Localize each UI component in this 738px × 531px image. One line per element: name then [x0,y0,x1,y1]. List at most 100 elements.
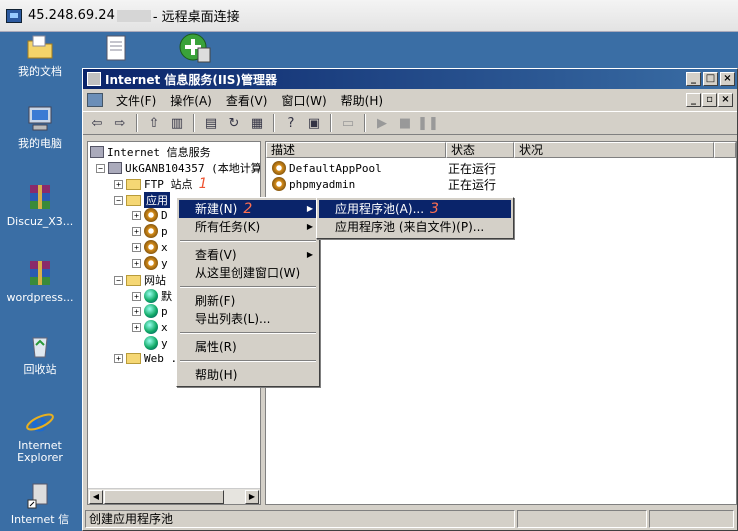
tree-site-item[interactable]: y [144,336,168,350]
desktop-icon-label: wordpress... [6,291,74,304]
desktop-icon-recycle-bin[interactable]: 回收站 [0,330,80,376]
tree-hscrollbar[interactable]: ◀ ▶ [88,488,260,504]
menu-item-help[interactable]: 帮助(H) [179,366,317,384]
row-status: 正在运行 [448,161,497,176]
tree-pool-item[interactable]: + x [132,240,168,254]
desktop-icon-my-computer[interactable]: 我的电脑 [0,104,80,150]
menu-window[interactable]: 窗口(W) [274,92,333,109]
scroll-thumb[interactable] [104,490,224,504]
column-condition[interactable]: 状况 [514,142,714,158]
website-icon [144,289,158,303]
stop-icon[interactable]: ■ [395,114,415,132]
tree-site-item[interactable]: + 默 [132,288,172,304]
expand-icon[interactable]: + [132,322,141,332]
show-tree-icon[interactable]: ▥ [167,114,187,132]
annotation-3: 3 [430,201,439,217]
back-icon[interactable]: ⇦ [87,114,107,132]
desktop-icon-discuz[interactable]: Discuz_X3... [0,182,80,228]
row-name: DefaultAppPool [289,161,382,175]
collapse-icon[interactable]: − [114,195,123,205]
tree-pool-item[interactable]: + D [132,208,168,222]
menu-help[interactable]: 帮助(H) [334,92,390,109]
tree-websites[interactable]: − 网站 [114,272,166,288]
menu-item-app-pool[interactable]: 应用程序池(A)... 3 [319,200,511,218]
new-submenu: 应用程序池(A)... 3 应用程序池 (来自文件)(P)... [316,197,514,239]
iis-icon [90,146,104,158]
forward-icon[interactable]: ⇨ [110,114,130,132]
help-icon[interactable]: ? [281,114,301,132]
expand-icon[interactable]: + [132,226,141,236]
refresh-icon[interactable]: ↻ [224,114,244,132]
expand-icon[interactable]: + [114,354,123,363]
mdi-minimize-button[interactable]: _ [686,93,701,107]
folder-icon [126,353,141,364]
mdi-close-button[interactable]: × [718,93,733,107]
menu-item-properties[interactable]: 属性(R) [179,338,317,356]
pause-icon[interactable]: ❚❚ [417,114,439,132]
scroll-right-icon[interactable]: ▶ [245,490,259,504]
tree-site-label: y [161,336,168,350]
menu-action[interactable]: 操作(A) [163,92,219,109]
column-description[interactable]: 描述 [266,142,446,158]
desktop-icon-wordpress[interactable]: wordpress... [0,258,80,304]
tree-app-pools[interactable]: − 应用 [114,192,170,208]
rdp-title-bar: 45.248.69.24 - 远程桌面连接 [0,0,738,32]
maximize-button[interactable]: □ [703,72,718,86]
minimize-button[interactable]: _ [686,72,701,86]
submenu-arrow-icon: ▶ [306,250,313,259]
scroll-left-icon[interactable]: ◀ [89,490,103,504]
expand-icon[interactable]: + [132,210,141,220]
menu-item-label: 从这里创建窗口(W) [195,266,301,280]
collapse-icon[interactable]: − [114,275,123,285]
mdi-restore-button[interactable]: ▫ [702,93,717,107]
up-folder-icon[interactable]: ⇧ [144,114,164,132]
console-view-icon[interactable]: ▣ [304,114,324,132]
tree-pool-item[interactable]: + p [132,224,168,238]
tree-root[interactable]: Internet 信息服务 [90,144,211,160]
expand-icon[interactable]: + [132,258,141,268]
list-header: 描述 状态 状况 [266,142,736,158]
expand-icon[interactable]: + [132,306,141,316]
play-icon[interactable]: ▶ [372,114,392,132]
tree-server[interactable]: − UkGANB104357 (本地计算 [96,160,260,176]
tree-pool-item[interactable]: + y [132,256,168,270]
column-status[interactable]: 状态 [446,142,514,158]
tree-site-item[interactable]: + x [132,320,168,334]
menu-item-new[interactable]: 新建(N) 2 ▶ [179,200,317,218]
tree-web-ext[interactable]: + Web . [114,352,177,365]
menu-file[interactable]: 文件(F) [109,92,163,109]
app-pool-icon [144,224,158,238]
menu-item-all-tasks[interactable]: 所有任务(K) ▶ [179,218,317,236]
list-row[interactable]: DefaultAppPool 正在运行 [266,160,512,176]
expand-icon[interactable]: + [132,291,141,301]
folder-icon [126,194,141,206]
export-list-icon[interactable]: ▦ [247,114,267,132]
desktop-icon-ie[interactable]: e Internet Explorer [0,406,80,464]
desktop-icon-my-documents[interactable]: 我的文档 [0,32,80,78]
console-icon [87,93,103,107]
window-title: Internet 信息服务(IIS)管理器 [105,72,277,87]
menu-view[interactable]: 查看(V) [219,92,275,109]
desktop-icon-iis[interactable]: Internet 信 [0,480,80,526]
collapse-icon[interactable]: − [96,163,105,173]
menu-item-refresh[interactable]: 刷新(F) [179,292,317,310]
properties-icon[interactable]: ▤ [201,114,221,132]
tree-ftp[interactable]: + FTP 站点 1 [114,176,207,192]
menu-item-view[interactable]: 查看(V) ▶ [179,246,317,264]
menu-item-label: 刷新(F) [195,294,236,308]
close-button[interactable]: × [720,72,735,86]
window-title-bar[interactable]: Internet 信息服务(IIS)管理器 _ □ × [83,69,737,89]
tree-site-item[interactable]: + p [132,304,168,318]
tree-site-label: p [161,304,168,318]
menu-item-app-pool-from-file[interactable]: 应用程序池 (来自文件)(P)... [319,218,511,236]
menu-item-new-window[interactable]: 从这里创建窗口(W) [179,264,317,282]
add-program-icon[interactable] [178,32,212,67]
expand-icon[interactable]: + [132,242,141,252]
notepad-icon[interactable] [105,34,129,65]
website-icon [144,304,158,318]
computer-icon[interactable]: ▭ [338,114,358,132]
expand-icon[interactable]: + [114,179,123,189]
iis-shortcut-icon [25,480,55,510]
menu-item-export[interactable]: 导出列表(L)... [179,310,317,328]
list-row[interactable]: phpmyadmin 正在运行 [266,176,512,192]
